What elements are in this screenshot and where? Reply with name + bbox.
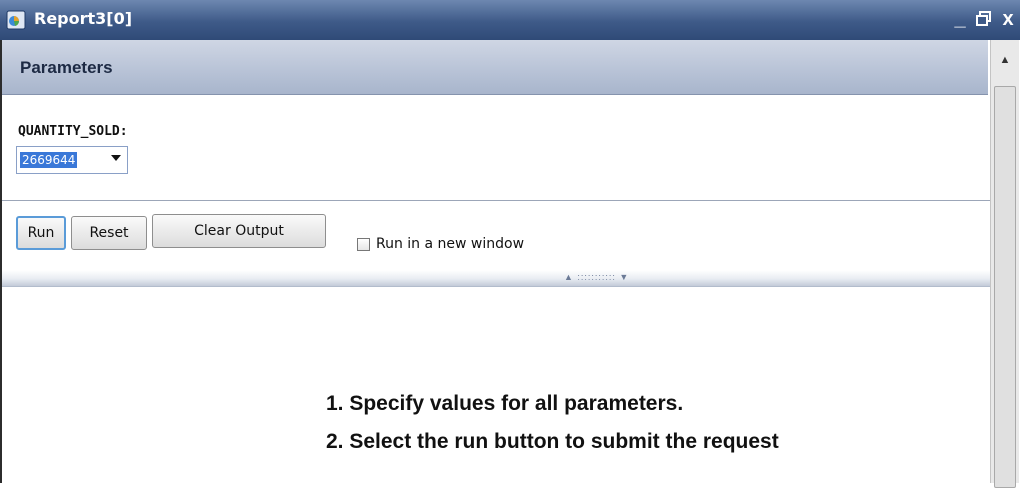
panel-splitter[interactable]: ▲ ::::::::::: ▼ bbox=[2, 270, 990, 287]
instructions: 1. Specify values for all parameters. 2.… bbox=[326, 392, 779, 468]
instruction-line-1: 1. Specify values for all parameters. bbox=[326, 392, 684, 415]
parameter-label: QUANTITY_SOLD: bbox=[18, 124, 128, 139]
run-new-window-checkbox[interactable] bbox=[357, 237, 370, 251]
section-divider bbox=[2, 200, 990, 201]
scroll-up-arrow-icon[interactable]: ▲ bbox=[991, 54, 1019, 66]
restore-icon bbox=[976, 11, 991, 26]
parameters-panel-header: Parameters bbox=[2, 40, 988, 95]
instruction-line-2: 2. Select the run button to submit the r… bbox=[326, 430, 779, 453]
selected-value: 2669644 bbox=[20, 152, 78, 168]
run-new-window-label: Run in a new window bbox=[376, 236, 525, 252]
run-new-window-option[interactable]: Run in a new window bbox=[357, 236, 524, 252]
window-title: Report3[0] bbox=[34, 9, 133, 28]
clear-output-button[interactable]: Clear Output bbox=[152, 214, 326, 248]
reset-button[interactable]: Reset bbox=[71, 216, 147, 250]
window-titlebar[interactable]: Report3[0] _ x bbox=[0, 0, 1020, 40]
panel-title: Parameters bbox=[20, 58, 113, 77]
splitter-grip-icon[interactable]: ▲ ::::::::::: ▼ bbox=[564, 272, 629, 282]
report-app-icon bbox=[6, 10, 26, 30]
run-button[interactable]: Run bbox=[16, 216, 66, 250]
restore-button[interactable] bbox=[972, 6, 996, 32]
vertical-scrollbar[interactable]: ▲ bbox=[990, 40, 1019, 488]
scroll-thumb[interactable] bbox=[994, 86, 1016, 488]
quantity-sold-select[interactable]: 2669644 bbox=[16, 146, 128, 174]
close-button[interactable]: x bbox=[996, 6, 1020, 32]
minimize-button[interactable]: _ bbox=[948, 6, 972, 32]
chevron-down-icon[interactable] bbox=[111, 155, 121, 161]
